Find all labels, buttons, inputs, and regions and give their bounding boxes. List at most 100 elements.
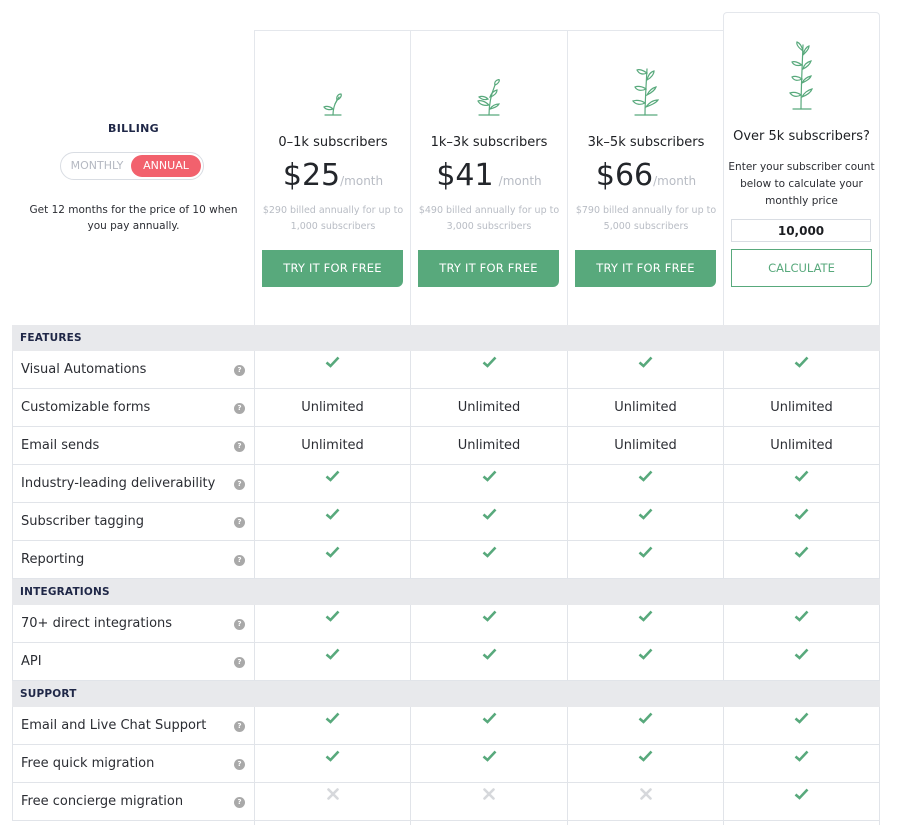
check-icon — [325, 600, 340, 637]
value-cell — [568, 541, 724, 578]
value-cell: Unlimited — [568, 427, 724, 464]
feature-label: 70+ direct integrations — [21, 616, 173, 631]
check-icon — [482, 702, 497, 739]
check-icon — [794, 460, 809, 497]
value-cell — [724, 465, 880, 502]
plant-small-icon — [323, 93, 342, 116]
help-icon[interactable]: ? — [234, 555, 245, 566]
check-icon — [638, 460, 653, 497]
help-icon[interactable]: ? — [234, 619, 245, 630]
value-text: Unlimited — [614, 438, 677, 453]
value-cell — [411, 541, 568, 578]
billing-toggle[interactable]: MONTHLY ANNUAL — [60, 152, 204, 180]
help-icon[interactable]: ? — [234, 365, 245, 376]
feature-label: Visual Automations — [21, 362, 147, 377]
plan-card-0-1k: 0–1k subscribers $25/month $290 billed a… — [254, 30, 411, 325]
check-icon — [325, 498, 340, 535]
feature-cell: API? — [12, 643, 255, 680]
value-cell: Unlimited — [255, 389, 411, 426]
check-icon — [325, 536, 340, 573]
feature-label: Email and Live Chat Support — [21, 718, 207, 733]
value-cell — [568, 643, 724, 680]
help-icon[interactable]: ? — [234, 797, 245, 808]
value-cell — [411, 605, 568, 642]
value-cell — [568, 605, 724, 642]
feature-cell: Reporting? — [12, 541, 255, 578]
toggle-monthly[interactable]: MONTHLY — [61, 153, 133, 179]
cross-icon — [639, 778, 652, 815]
column-stub — [724, 821, 880, 825]
check-icon — [794, 778, 809, 815]
value-cell — [568, 745, 724, 782]
feature-cell: Visual Automations? — [12, 351, 255, 388]
value-cell: Unlimited — [724, 389, 880, 426]
check-icon — [794, 638, 809, 675]
help-icon[interactable]: ? — [234, 517, 245, 528]
table-continuation — [12, 821, 880, 825]
feature-cell: Email sends? — [12, 427, 255, 464]
check-icon — [325, 702, 340, 739]
check-icon — [482, 600, 497, 637]
cross-icon — [483, 778, 495, 815]
check-icon — [325, 346, 340, 383]
column-stub — [568, 821, 724, 825]
help-icon[interactable]: ? — [234, 403, 245, 414]
check-icon — [794, 702, 809, 739]
feature-label: Customizable forms — [21, 400, 151, 415]
feature-label: Industry-leading deliverability — [21, 476, 216, 491]
table-row: Email and Live Chat Support? — [12, 707, 880, 745]
feature-comparison-table: FEATURES Visual Automations? Customizable … — [12, 325, 880, 825]
subscriber-count-input[interactable] — [731, 219, 871, 242]
value-text: Unlimited — [301, 438, 364, 453]
check-icon — [794, 600, 809, 637]
toggle-annual[interactable]: ANNUAL — [131, 155, 201, 177]
price-amount: $41 — [436, 158, 494, 193]
feature-cell: Free quick migration? — [12, 745, 255, 782]
price-unit: /month — [340, 174, 384, 188]
billing-note: Get 12 months for the price of 10 when y… — [29, 204, 238, 232]
try-free-button[interactable]: TRY IT FOR FREE — [418, 250, 559, 287]
help-icon[interactable]: ? — [234, 759, 245, 770]
value-cell — [255, 783, 411, 820]
value-cell — [724, 745, 880, 782]
plan-price: $41 /month — [411, 158, 567, 193]
help-icon[interactable]: ? — [234, 479, 245, 490]
section-header-support: SUPPORT — [12, 681, 880, 707]
plan-card-1k-3k: 1k–3k subscribers $41 /month $490 billed… — [410, 30, 567, 325]
value-cell — [724, 605, 880, 642]
section-header-integrations: INTEGRATIONS — [12, 579, 880, 605]
table-row: 70+ direct integrations? — [12, 605, 880, 643]
check-icon — [638, 702, 653, 739]
feature-label: Free concierge migration — [21, 794, 184, 809]
value-text: Unlimited — [301, 400, 364, 415]
feature-label: Free quick migration — [21, 756, 155, 771]
feature-cell: Subscriber tagging? — [12, 503, 255, 540]
table-row: Industry-leading deliverability? — [12, 465, 880, 503]
plant-medium-icon — [477, 79, 500, 116]
price-unit: /month — [653, 174, 697, 188]
check-icon — [794, 346, 809, 383]
check-icon — [794, 498, 809, 535]
column-stub — [12, 821, 255, 825]
try-free-button[interactable]: TRY IT FOR FREE — [262, 250, 403, 287]
try-free-button[interactable]: TRY IT FOR FREE — [575, 250, 716, 287]
value-cell — [724, 783, 880, 820]
cross-icon — [326, 778, 339, 815]
value-cell — [411, 783, 568, 820]
plant-large-icon — [632, 68, 660, 116]
value-cell: Unlimited — [411, 389, 568, 426]
help-icon[interactable]: ? — [234, 721, 245, 732]
value-cell — [411, 643, 568, 680]
value-cell: Unlimited — [255, 427, 411, 464]
value-cell — [255, 465, 411, 502]
value-cell — [568, 351, 724, 388]
check-icon — [794, 536, 809, 573]
check-icon — [638, 536, 653, 573]
help-icon[interactable]: ? — [234, 441, 245, 452]
value-cell — [411, 745, 568, 782]
enterprise-description: Enter your subscriber count below to cal… — [728, 161, 875, 207]
help-icon[interactable]: ? — [234, 657, 245, 668]
billing-title: BILLING — [108, 122, 159, 135]
check-icon — [638, 638, 653, 675]
calculate-button[interactable]: CALCULATE — [731, 249, 872, 287]
